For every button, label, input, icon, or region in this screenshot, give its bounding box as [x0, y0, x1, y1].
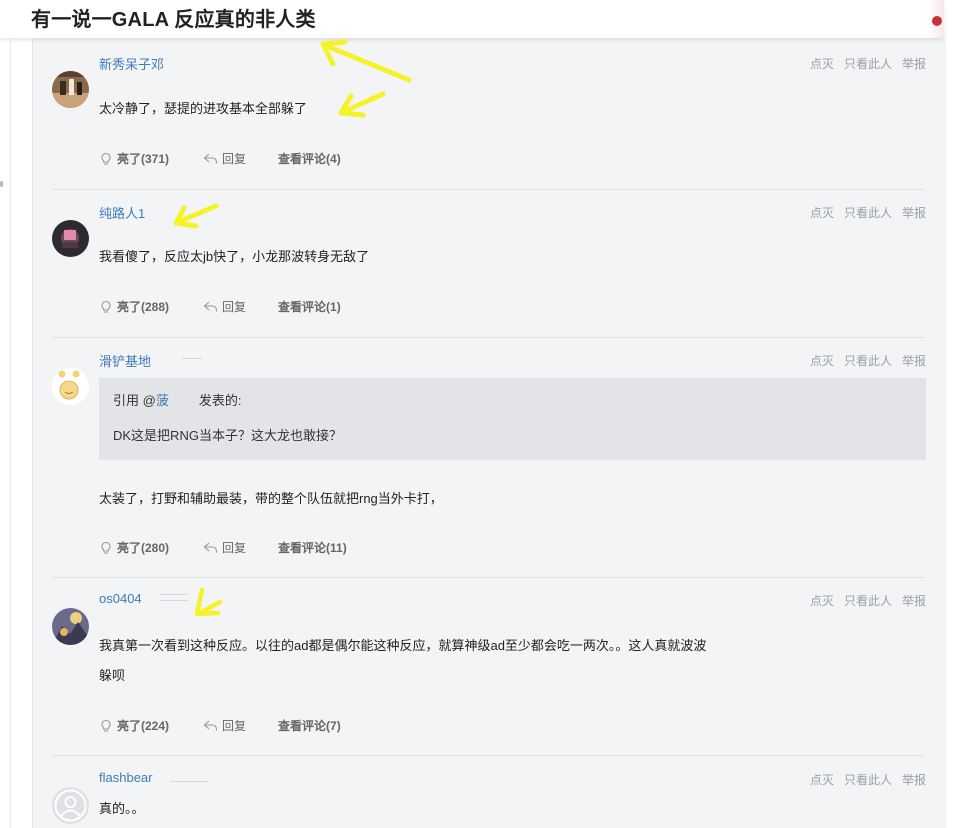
view-replies-button[interactable]: 查看评论(4) — [278, 150, 341, 167]
comment-content: 真的。。 — [99, 801, 145, 816]
comment-footer: 亮了(224) 回复 查看评论(7) — [99, 717, 341, 734]
thread-title: 有一说一GALA 反应真的非人类 — [31, 9, 316, 31]
reply-arrow-icon — [203, 542, 218, 553]
like-button[interactable]: 亮了(371) — [99, 150, 169, 167]
avatar[interactable] — [52, 71, 89, 108]
comment-content-line: 躲呗 — [99, 668, 126, 683]
thread-header: 有一说一GALA 反应真的非人类 — [0, 0, 944, 38]
comment-actions: 点灭 只看此人 举报 — [810, 592, 926, 609]
reply-label: 回复 — [222, 300, 247, 314]
report-button[interactable]: 举报 — [902, 204, 926, 221]
like-count: 亮了(280) — [117, 541, 170, 555]
avatar[interactable] — [52, 787, 89, 824]
quoted-username[interactable]: 菠 — [156, 393, 169, 408]
view-replies-button[interactable]: 查看评论(1) — [278, 298, 341, 315]
view-replies-label: 查看评论(4) — [278, 152, 341, 166]
reply-arrow-icon — [203, 153, 218, 164]
username[interactable]: 滑铲基地 — [99, 351, 151, 370]
only-this-user-button[interactable]: 只看此人 — [844, 352, 892, 369]
comment-actions: 点灭 只看此人 举报 — [810, 204, 926, 221]
like-button[interactable]: 亮了(280) — [99, 539, 169, 556]
comment-content: 太冷静了，瑟提的进攻基本全部躲了 — [99, 101, 308, 116]
dislike-button[interactable]: 点灭 — [810, 55, 834, 72]
comment-item: flashbear 点灭 只看此人 举报 真的。。 — [32, 756, 945, 828]
quote-text: DK这是把RNG当本子？这大龙也敢接？ — [113, 428, 342, 443]
view-replies-label: 查看评论(11) — [278, 541, 347, 555]
username-decoration — [160, 600, 188, 601]
only-this-user-button[interactable]: 只看此人 — [844, 55, 892, 72]
report-button[interactable]: 举报 — [902, 352, 926, 369]
lightbulb-icon — [101, 541, 111, 554]
comment-item: 新秀呆子邓 点灭 只看此人 举报 太冷静了，瑟提的进攻基本全部躲了 亮了(371… — [32, 38, 945, 190]
view-replies-label: 查看评论(7) — [278, 719, 341, 733]
view-replies-button[interactable]: 查看评论(7) — [278, 717, 341, 734]
username-decoration — [160, 594, 188, 595]
username[interactable]: flashbear — [99, 770, 152, 785]
like-count: 亮了(224) — [117, 719, 170, 733]
left-gutter-line — [10, 38, 11, 828]
default-avatar-icon — [52, 787, 89, 824]
comment-footer: 亮了(280) 回复 查看评论(11) — [99, 539, 347, 556]
comment-content-line: 我真第一次看到这种反应。以往的ad都是偶尔能这种反应，就算神级ad至少都会吃一两… — [99, 638, 707, 653]
username[interactable]: 新秀呆子邓 — [99, 54, 164, 73]
like-count: 亮了(371) — [117, 152, 170, 166]
only-this-user-button[interactable]: 只看此人 — [844, 204, 892, 221]
username-decoration — [170, 781, 208, 782]
reply-button[interactable]: 回复 — [203, 150, 246, 167]
dislike-button[interactable]: 点灭 — [810, 352, 834, 369]
lightbulb-icon — [101, 152, 111, 165]
comment-content: 我真第一次看到这种反应。以往的ad都是偶尔能这种反应，就算神级ad至少都会吃一两… — [99, 631, 799, 691]
reply-button[interactable]: 回复 — [203, 717, 246, 734]
notification-dot — [932, 16, 942, 26]
quote-header: 引用 @菠 发表的: — [113, 390, 241, 409]
view-replies-button[interactable]: 查看评论(11) — [278, 539, 347, 556]
reply-arrow-icon — [203, 301, 218, 312]
comment-actions: 点灭 只看此人 举报 — [810, 771, 926, 788]
header-right-accent — [928, 0, 944, 38]
reply-label: 回复 — [222, 719, 247, 733]
username-decoration — [182, 358, 202, 359]
username[interactable]: 纯路人1 — [99, 203, 145, 222]
reply-label: 回复 — [222, 541, 247, 555]
dislike-button[interactable]: 点灭 — [810, 204, 834, 221]
comment-item: 纯路人1 点灭 只看此人 举报 我看傻了，反应太jb快了，小龙那波转身无敌了 亮… — [32, 190, 945, 338]
quote-posted-label: 发表的: — [198, 393, 242, 408]
reply-button[interactable]: 回复 — [203, 539, 246, 556]
lightbulb-icon — [101, 719, 111, 732]
dislike-button[interactable]: 点灭 — [810, 592, 834, 609]
comment-actions: 点灭 只看此人 举报 — [810, 352, 926, 369]
avatar[interactable] — [52, 608, 89, 645]
comment-item: os0404 点灭 只看此人 举报 我真第一次看到这种反应。以往的ad都是偶尔能… — [32, 578, 945, 756]
reply-label: 回复 — [222, 152, 247, 166]
lightbulb-icon — [101, 300, 111, 313]
comment-footer: 亮了(371) 回复 查看评论(4) — [99, 150, 341, 167]
username[interactable]: os0404 — [99, 591, 142, 606]
avatar[interactable] — [52, 220, 89, 257]
only-this-user-button[interactable]: 只看此人 — [844, 771, 892, 788]
left-scroll-indicator — [0, 181, 3, 187]
like-button[interactable]: 亮了(224) — [99, 717, 169, 734]
reply-arrow-icon — [203, 720, 218, 731]
report-button[interactable]: 举报 — [902, 55, 926, 72]
report-button[interactable]: 举报 — [902, 771, 926, 788]
comment-content: 太装了，打野和辅助最装，带的整个队伍就把rng当外卡打， — [99, 491, 443, 506]
avatar[interactable] — [52, 368, 89, 405]
like-button[interactable]: 亮了(288) — [99, 298, 169, 315]
comment-content: 我看傻了，反应太jb快了，小龙那波转身无敌了 — [99, 249, 370, 264]
comment-footer: 亮了(288) 回复 查看评论(1) — [99, 298, 341, 315]
view-replies-label: 查看评论(1) — [278, 300, 341, 314]
comment-item: 滑铲基地 点灭 只看此人 举报 引用 @菠 发表的: DK这是把RNG当本子？这大… — [32, 338, 945, 578]
reply-button[interactable]: 回复 — [203, 298, 246, 315]
quote-prefix: 引用 @ — [113, 393, 156, 408]
quote-block: 引用 @菠 发表的: DK这是把RNG当本子？这大龙也敢接？ — [99, 378, 926, 460]
comment-actions: 点灭 只看此人 举报 — [810, 55, 926, 72]
only-this-user-button[interactable]: 只看此人 — [844, 592, 892, 609]
report-button[interactable]: 举报 — [902, 592, 926, 609]
dislike-button[interactable]: 点灭 — [810, 771, 834, 788]
like-count: 亮了(288) — [117, 300, 170, 314]
